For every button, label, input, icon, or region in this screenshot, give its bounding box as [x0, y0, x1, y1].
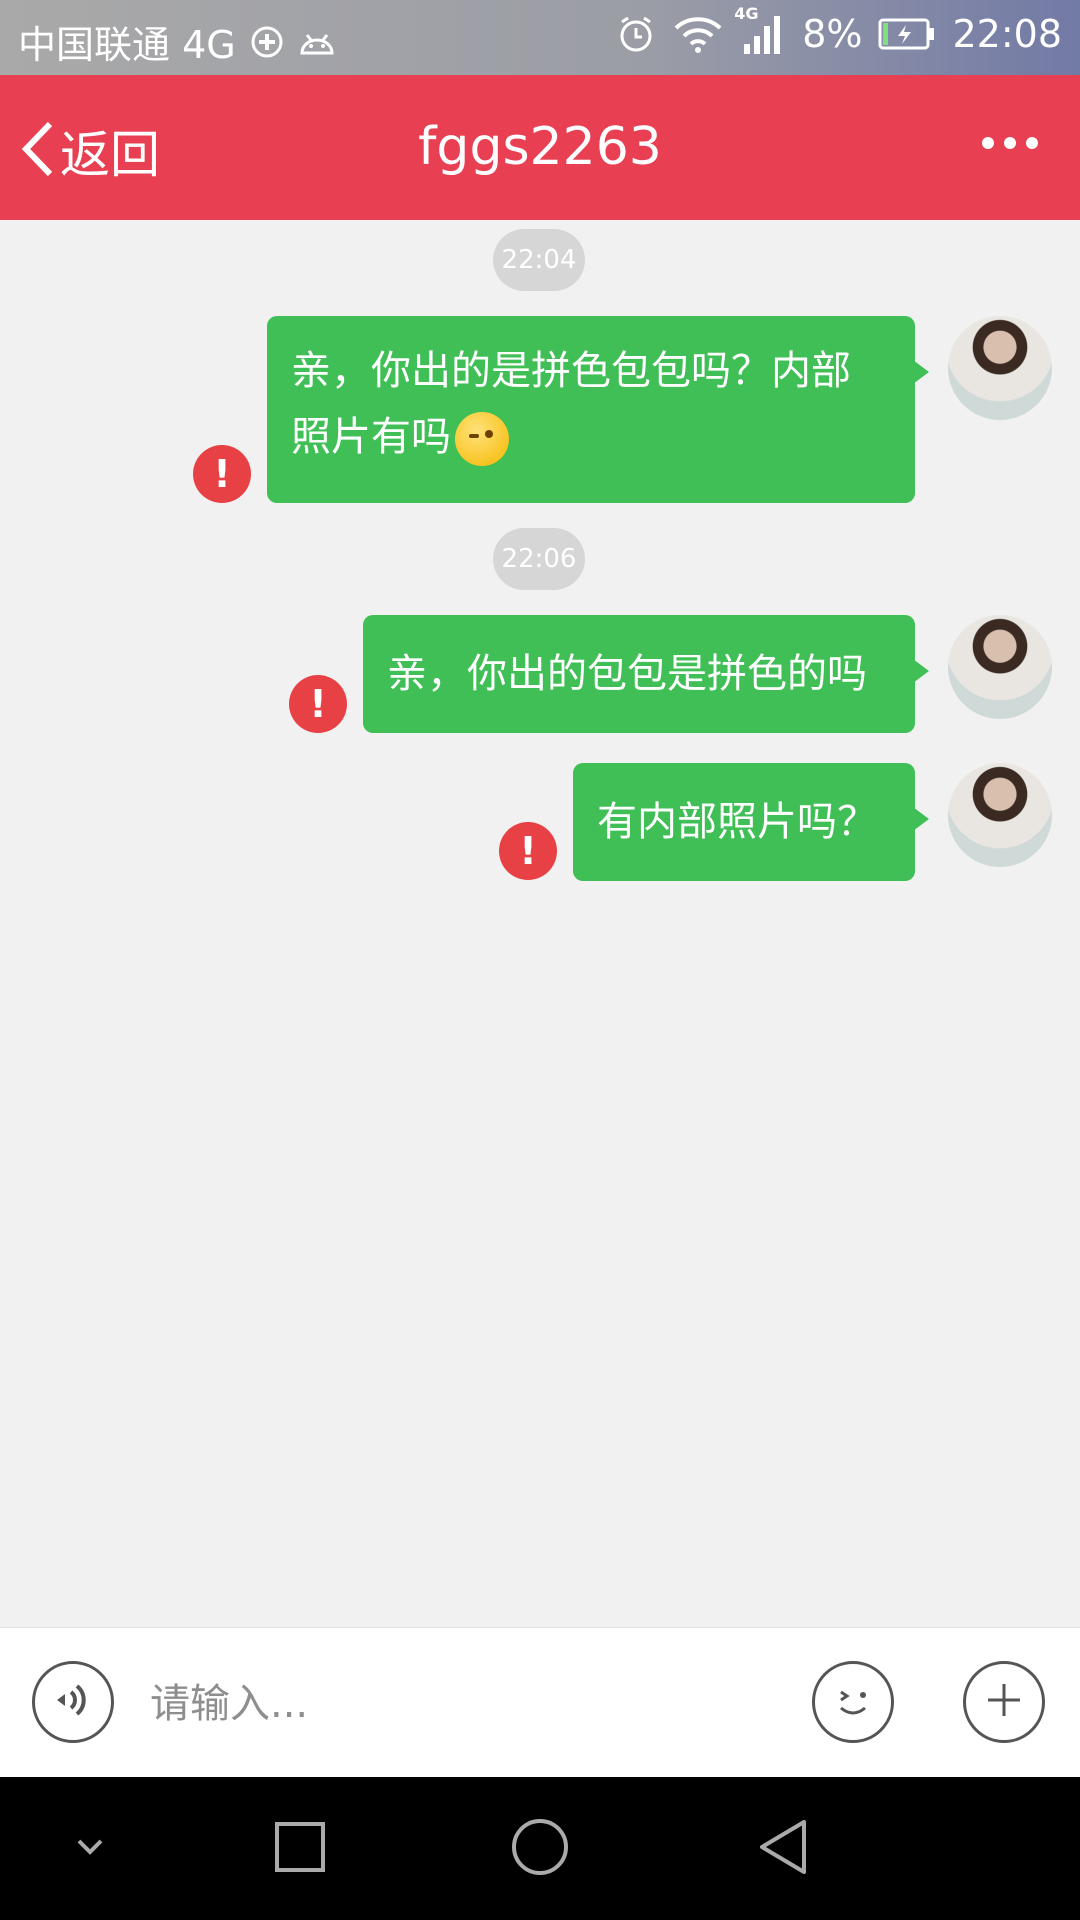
timestamp-pill: 22:04 — [493, 229, 585, 291]
resend-error-icon[interactable]: ! — [499, 822, 557, 880]
resend-error-icon[interactable]: ! — [289, 675, 347, 733]
status-right: 4G 8% 22:08 — [616, 4, 1062, 56]
more-dot-icon — [1026, 137, 1038, 149]
chevron-down-icon — [75, 1837, 105, 1861]
nav-recents-button[interactable] — [268, 1817, 332, 1881]
voice-icon — [51, 1678, 95, 1726]
message-text: 照片有吗 — [291, 414, 451, 460]
message-bubble: 亲，你出的包包是拼色的吗 — [363, 615, 929, 733]
wifi-icon — [672, 14, 724, 54]
carrier-label: 中国联通 4G — [18, 23, 236, 67]
message-text: 有内部照片吗？ — [597, 799, 877, 845]
more-dot-icon — [1004, 137, 1016, 149]
wink-emoji-icon — [455, 412, 509, 466]
nav-home-button[interactable] — [508, 1817, 572, 1881]
page-title: fggs2263 — [418, 117, 662, 177]
message-text: 亲，你出的包包是拼色的吗 — [387, 651, 867, 697]
nav-back-button[interactable] — [750, 1817, 814, 1881]
avatar[interactable] — [948, 615, 1052, 719]
nav-hide-keyboard-button[interactable] — [58, 1817, 122, 1881]
network-type-label: 4G — [734, 4, 759, 23]
battery-icon — [878, 18, 936, 50]
plus-icon — [984, 1680, 1024, 1724]
emoji-icon — [825, 1672, 881, 1732]
signal-icon: 4G — [734, 4, 786, 56]
message-bubble: 有内部照片吗？ — [573, 763, 929, 881]
message-bubble: 亲，你出的是拼色包包吗？内部 照片有吗 — [267, 316, 929, 503]
input-bar — [0, 1627, 1080, 1778]
resend-error-icon[interactable]: ! — [193, 445, 251, 503]
avatar[interactable] — [948, 316, 1052, 420]
message-text-line: 照片有吗 — [291, 404, 891, 470]
battery-percent: 8% — [802, 12, 863, 56]
vpn-icon — [250, 25, 284, 59]
system-nav-bar — [0, 1777, 1080, 1920]
more-options-button[interactable] — [982, 137, 1038, 149]
circle-icon — [510, 1817, 570, 1881]
timestamp-pill: 22:06 — [493, 528, 585, 590]
alarm-icon — [616, 14, 656, 54]
message-text-line: 亲，你出的是拼色包包吗？内部 — [291, 348, 851, 394]
status-left: 中国联通 4G — [18, 14, 336, 69]
avatar[interactable] — [948, 763, 1052, 867]
triangle-back-icon — [756, 1818, 808, 1880]
android-icon — [298, 27, 336, 57]
square-icon — [274, 1821, 326, 1877]
status-time: 22:08 — [952, 12, 1062, 56]
chat-header: 返回 fggs2263 — [0, 75, 1080, 220]
more-dot-icon — [982, 137, 994, 149]
voice-button[interactable] — [32, 1661, 114, 1743]
message-input[interactable] — [148, 1668, 792, 1740]
emoji-button[interactable] — [812, 1661, 894, 1743]
add-attachment-button[interactable] — [963, 1661, 1045, 1743]
status-bar: 中国联通 4G 4G 8% 22:08 — [0, 0, 1080, 75]
